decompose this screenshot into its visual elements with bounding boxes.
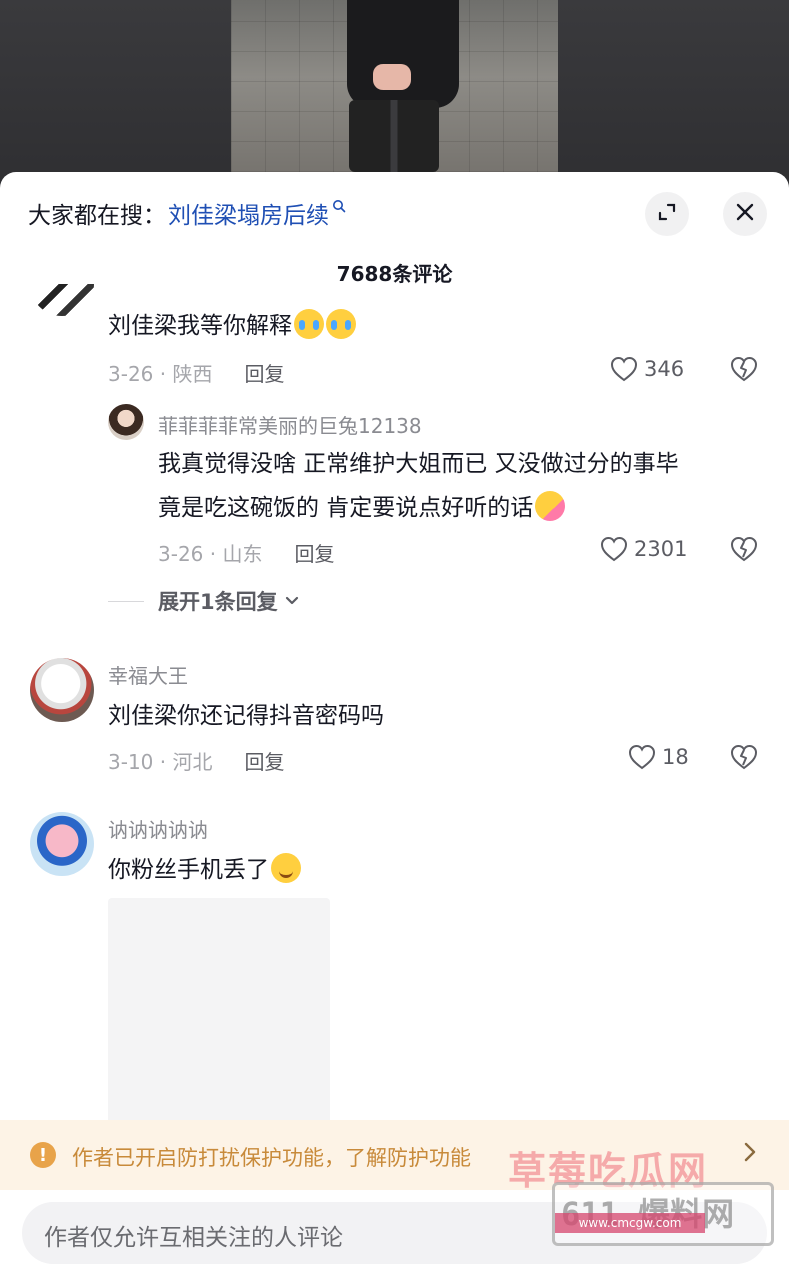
reply-button[interactable]: 回复 <box>294 538 334 567</box>
dislike-button[interactable] <box>729 536 759 566</box>
video-person-coat <box>347 0 459 108</box>
reply-button[interactable]: 回复 <box>244 358 284 387</box>
heart-icon <box>628 744 656 770</box>
like-button[interactable]: 18 <box>628 744 689 770</box>
divider <box>108 600 144 602</box>
comment-sheet: 大家都在搜： 刘佳梁塌房后续 7688条评论 刘佳梁我等你解释 3-26 · 陕… <box>0 172 789 1279</box>
reply-button[interactable]: 回复 <box>244 746 284 775</box>
watermark-site: www.cmcgw.com <box>555 1213 705 1233</box>
comment-date-location: 3-26 · 山东 <box>158 542 263 566</box>
comment-input-placeholder: 作者仅允许互相关注的人评论 <box>44 1225 343 1251</box>
chevron-right-icon <box>742 1140 758 1168</box>
avatar[interactable] <box>30 284 94 316</box>
like-count: 2301 <box>634 537 688 561</box>
watermark-badge: 611 爆料网 www.cmcgw.com <box>552 1182 774 1246</box>
comment-content: 你粉丝手机丢了 <box>108 848 301 892</box>
comment-count: 7688条评论 <box>336 262 453 286</box>
comment-meta: 3-26 · 山东 回复 <box>158 538 334 567</box>
close-icon <box>735 202 755 226</box>
broken-heart-icon <box>730 356 758 382</box>
comment-text-line: 我真觉得没啥 正常维护大姐而已 又没做过分的事毕 <box>158 451 679 477</box>
video-person-legs <box>349 100 439 172</box>
avatar[interactable] <box>108 404 144 440</box>
expand-replies-button[interactable]: 展开1条回复 <box>108 586 300 616</box>
heart-icon <box>610 356 638 382</box>
comment-meta: 3-26 · 陕西 回复 <box>108 358 284 387</box>
hugging-emoji-icon <box>535 491 566 521</box>
dislike-button[interactable] <box>729 356 759 386</box>
crying-emoji-icon <box>326 309 356 339</box>
like-button[interactable]: 2301 <box>600 536 687 562</box>
like-count: 18 <box>662 745 689 769</box>
protection-notice-text: 作者已开启防打扰保护功能，了解防护功能 <box>72 1146 471 1170</box>
smiling-emoji-icon <box>271 853 301 883</box>
comment-username[interactable]: 幸福大王 <box>108 660 188 689</box>
search-suggestion[interactable]: 大家都在搜： 刘佳梁塌房后续 <box>28 196 346 230</box>
video-frame[interactable] <box>231 0 558 172</box>
like-count: 346 <box>644 357 685 381</box>
search-icon <box>332 199 346 217</box>
expand-icon <box>656 201 678 227</box>
search-suggestion-prefix: 大家都在搜： <box>28 203 166 229</box>
crying-emoji-icon <box>294 309 324 339</box>
expand-button[interactable] <box>645 192 689 236</box>
comment-text: 竟是吃这碗饭的 肯定要说点好听的话 <box>158 495 534 521</box>
comment-content: 刘佳梁你还记得抖音密码吗 <box>108 703 384 729</box>
comment-text: 你粉丝手机丢了 <box>108 857 269 883</box>
warning-icon: ! <box>30 1142 56 1168</box>
broken-heart-icon <box>730 536 758 562</box>
search-suggestion-term[interactable]: 刘佳梁塌房后续 <box>168 196 329 230</box>
expand-replies-label: 展开1条回复 <box>158 590 278 614</box>
video-person-hand <box>373 64 411 90</box>
comment-username[interactable]: 讷讷讷讷讷 <box>108 814 208 843</box>
comment-text: 刘佳梁我等你解释 <box>108 313 292 339</box>
avatar[interactable] <box>30 812 94 876</box>
close-button[interactable] <box>723 192 767 236</box>
dislike-button[interactable] <box>729 744 759 774</box>
comment-meta: 3-10 · 河北 回复 <box>108 746 284 775</box>
comment-image[interactable] <box>108 898 330 1138</box>
broken-heart-icon <box>730 744 758 770</box>
comment-date-location: 3-10 · 河北 <box>108 750 213 774</box>
comment-username[interactable]: 菲菲菲菲常美丽的巨兔12138 <box>158 410 422 439</box>
like-button[interactable]: 346 <box>610 356 684 382</box>
comment-text-line: 竟是吃这碗饭的 肯定要说点好听的话 <box>158 486 679 530</box>
comment-content: 刘佳梁我等你解释 <box>108 304 356 348</box>
comment-content: 我真觉得没啥 正常维护大姐而已 又没做过分的事毕 竟是吃这碗饭的 肯定要说点好听… <box>158 442 679 530</box>
avatar[interactable] <box>30 658 94 722</box>
comment-date-location: 3-26 · 陕西 <box>108 362 213 386</box>
chevron-down-icon <box>284 595 300 607</box>
heart-icon <box>600 536 628 562</box>
